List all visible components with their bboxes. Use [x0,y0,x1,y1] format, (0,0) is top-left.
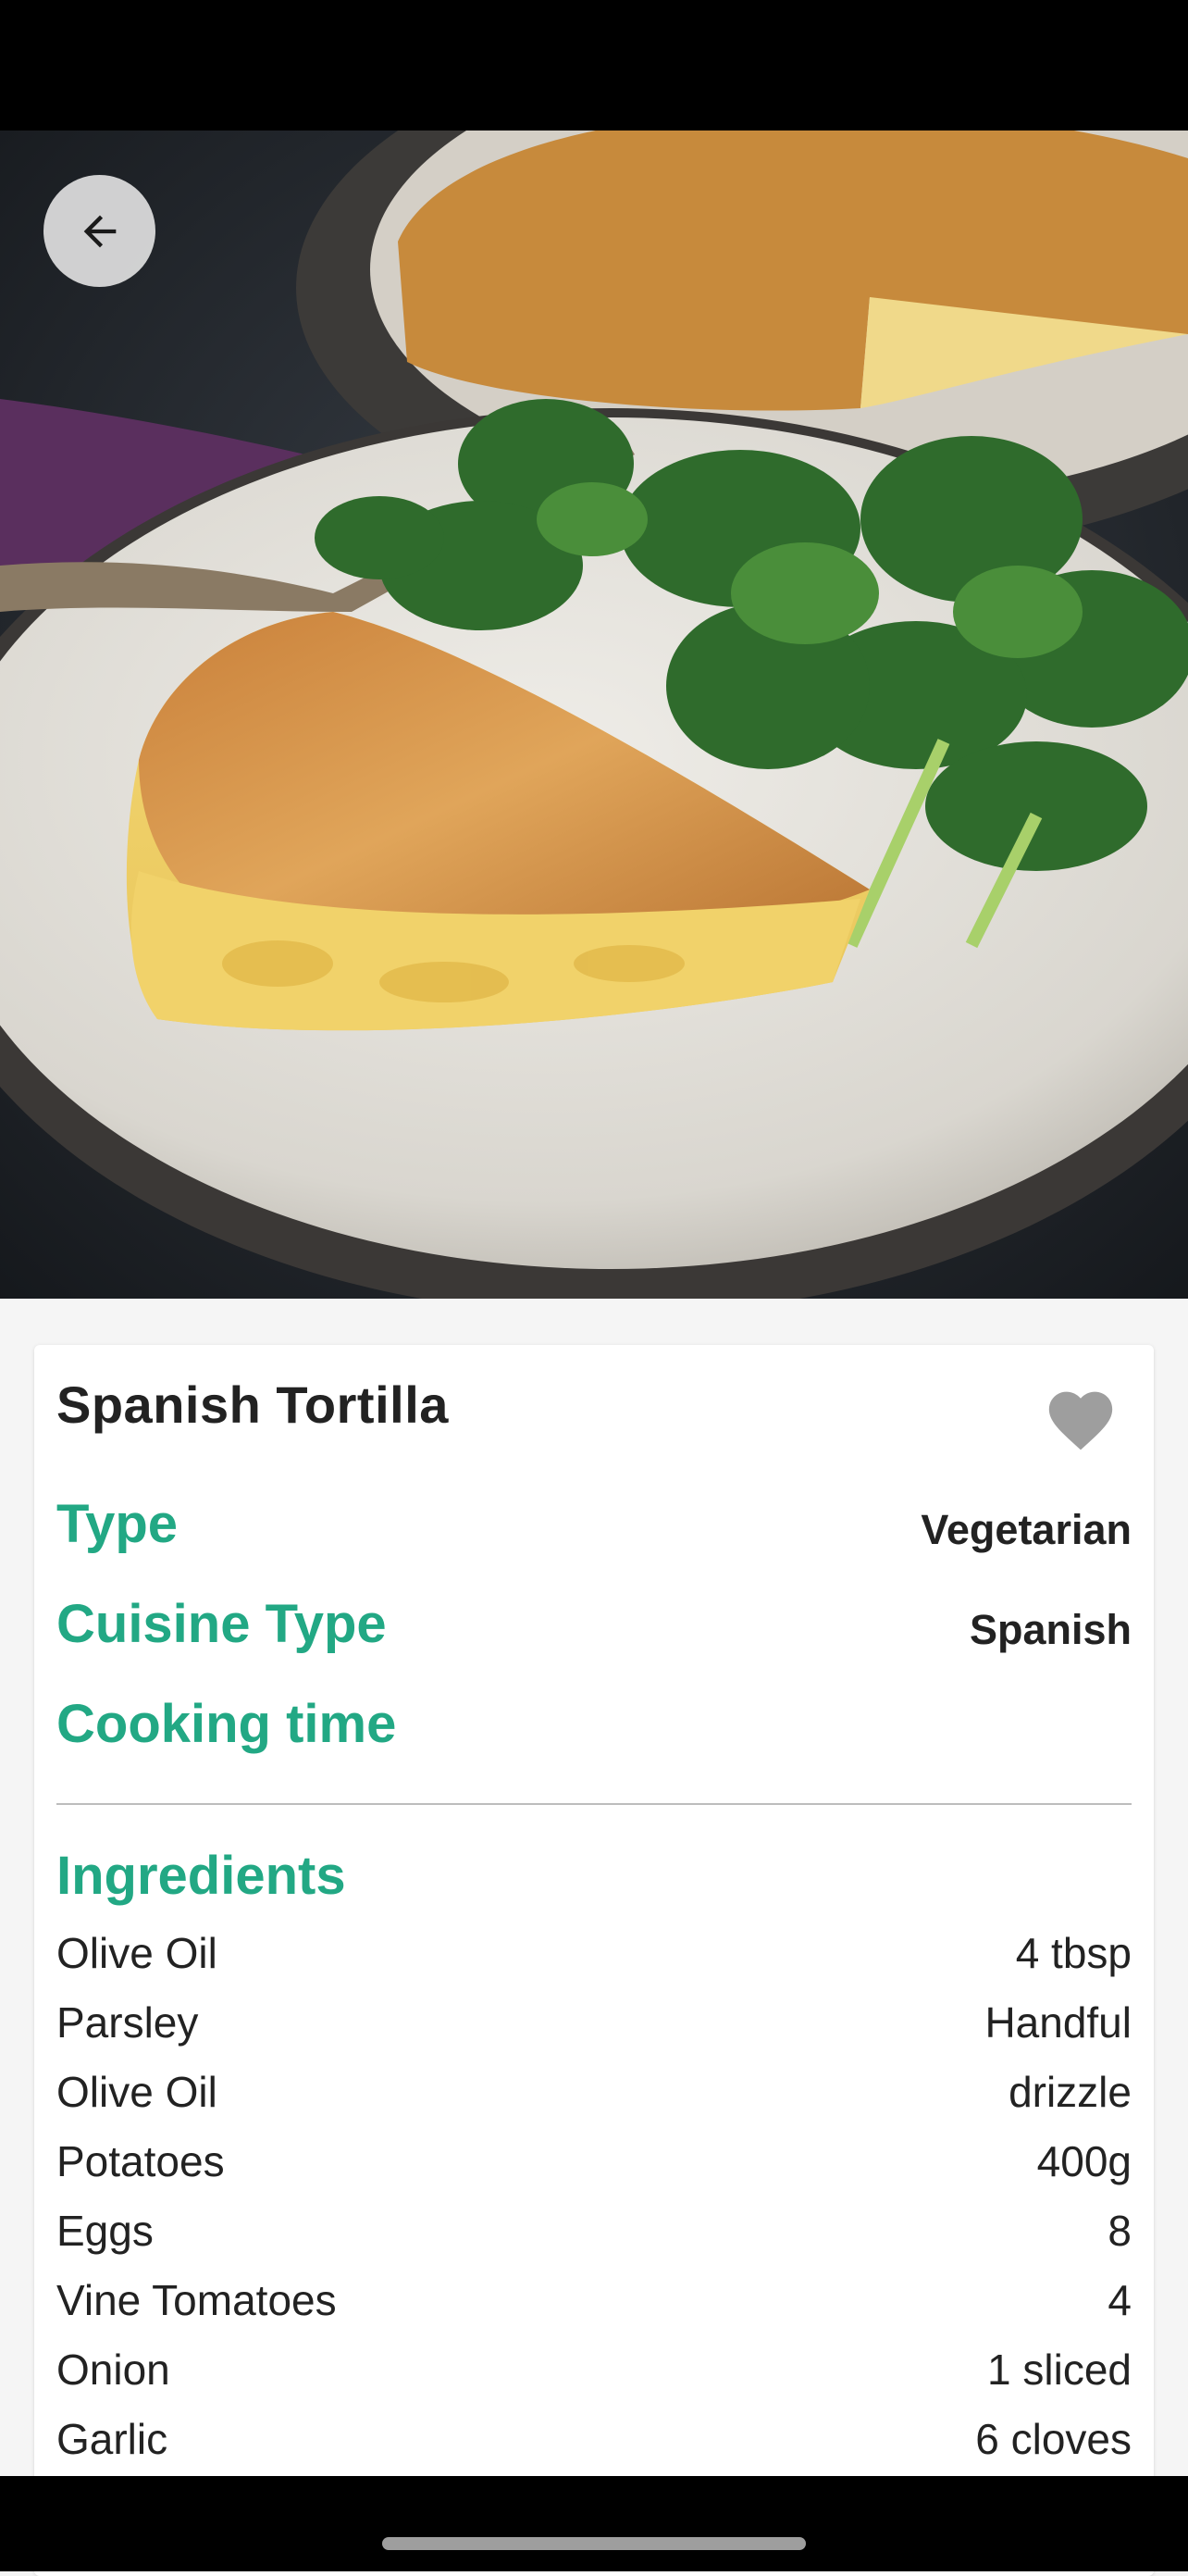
ingredient-quantity: 400g [1036,2137,1132,2185]
ingredient-name: Olive Oil [56,1929,217,1977]
detail-value: Spanish [969,1606,1132,1653]
list-item: Olive Oil drizzle [56,2067,1132,2136]
list-item: Garlic 6 cloves [56,2414,1132,2483]
list-item: Olive Oil 4 tbsp [56,1928,1132,1997]
ingredient-name: Garlic [56,2415,168,2463]
divider [56,1803,1132,1805]
ingredient-quantity: drizzle [1009,2068,1132,2116]
back-button[interactable] [43,175,155,287]
arrow-left-icon [76,207,124,255]
list-item: Parsley Handful [56,1997,1132,2067]
ingredient-name: Vine Tomatoes [56,2276,337,2324]
ingredients-list: Olive Oil 4 tbsp Parsley Handful Olive O… [56,1928,1132,2483]
home-indicator[interactable] [382,2537,806,2550]
ingredient-name: Parsley [56,1998,199,2047]
favorite-button[interactable] [1043,1382,1119,1452]
ingredient-name: Onion [56,2346,170,2394]
ingredient-quantity: 4 tbsp [1015,1929,1132,1977]
recipe-card: Spanish Tortilla Type Vegetarian Cuisine… [34,1345,1154,2576]
recipe-title: Spanish Tortilla [56,1375,449,1434]
list-item: Eggs 8 [56,2206,1132,2275]
detail-label: Cuisine Type [56,1594,387,1654]
ingredient-quantity: 8 [1108,2207,1132,2255]
detail-label: Type [56,1494,179,1554]
ingredient-quantity: 6 cloves [975,2415,1132,2463]
ingredients-heading: Ingredients [56,1846,346,1906]
ingredient-quantity: 4 [1108,2276,1132,2324]
list-item: Vine Tomatoes 4 [56,2275,1132,2345]
ingredient-name: Potatoes [56,2137,225,2185]
ingredient-name: Olive Oil [56,2068,217,2116]
ingredient-quantity: 1 sliced [987,2346,1132,2394]
detail-value: Vegetarian [921,1506,1132,1553]
recipe-photo [0,131,1188,1299]
detail-label: Cooking time [56,1694,397,1754]
navigation-bar [0,2476,1188,2571]
list-item: Potatoes 400g [56,2136,1132,2206]
ingredient-quantity: Handful [984,1998,1132,2047]
list-item: Onion 1 sliced [56,2345,1132,2414]
heart-icon [1043,1391,1119,1456]
ingredient-name: Eggs [56,2207,154,2255]
status-bar [0,0,1188,131]
